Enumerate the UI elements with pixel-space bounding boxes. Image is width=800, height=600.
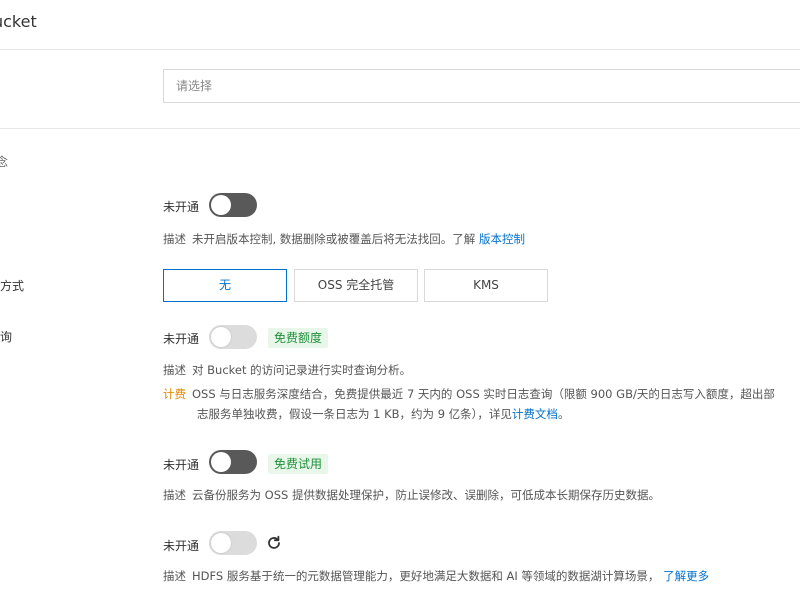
backup-toggle[interactable] bbox=[209, 450, 257, 474]
hdfs-status: 未开通 bbox=[163, 539, 200, 553]
hdfs-description: 描述 HDFS 服务基于统一的元数据管理能力，更好地满足大数据和 AI 等领域的数… bbox=[163, 569, 710, 583]
encryption-label: 方式 bbox=[0, 279, 25, 293]
page-title: Bucket bbox=[0, 12, 37, 31]
header: Bucket bbox=[0, 0, 800, 50]
realtime-log-toggle[interactable] bbox=[209, 325, 257, 349]
realtime-log-billing: 计费 OSS 与日志服务深度结合，免费提供最近 7 天内的 OSS 实时日志查询（… bbox=[163, 387, 775, 401]
realtime-log-description: 描述对 Bucket 的访问记录进行实时查询分析。 bbox=[163, 363, 412, 377]
versioning-status: 未开通 bbox=[163, 200, 200, 214]
versioning-toggle[interactable] bbox=[209, 193, 257, 217]
backup-description: 描述 云备份服务为 OSS 提供数据处理保护，防止误修改、误删除，可低成本长期保存… bbox=[163, 488, 660, 502]
region-select[interactable]: 请选择 bbox=[163, 69, 800, 103]
backup-status: 未开通 bbox=[163, 458, 200, 472]
versioning-description: 描述 未开启版本控制, 数据删除或被覆盖后将无法找回。了解 版本控制 bbox=[163, 232, 525, 246]
section-label-fragment: 念 bbox=[0, 155, 9, 169]
log-query-label: 询 bbox=[0, 330, 13, 344]
divider bbox=[0, 128, 800, 129]
versioning-link[interactable]: 版本控制 bbox=[479, 232, 525, 246]
realtime-log-billing-line2: 志服务单独收费，假设一条日志为 1 KB，约为 9 亿条），详见计费文档。 bbox=[197, 407, 570, 421]
encryption-option-kms[interactable]: KMS bbox=[424, 269, 548, 302]
refresh-icon[interactable] bbox=[266, 535, 282, 551]
bucket-create-form: Bucket 请选择 念 未开通 描述未开启版本控制, 数据删除或被覆盖后将无法… bbox=[0, 0, 800, 600]
encryption-option-oss-managed[interactable]: OSS 完全托管 bbox=[294, 269, 418, 302]
learn-more-link[interactable]: 了解更多 bbox=[663, 569, 709, 583]
encryption-option-none[interactable]: 无 bbox=[163, 269, 287, 302]
billing-doc-link[interactable]: 计费文档 bbox=[512, 407, 558, 421]
realtime-log-status: 未开通 bbox=[163, 332, 200, 346]
free-quota-badge: 免费额度 bbox=[268, 328, 329, 348]
hdfs-toggle[interactable] bbox=[209, 531, 257, 555]
free-trial-badge: 免费试用 bbox=[268, 454, 329, 474]
